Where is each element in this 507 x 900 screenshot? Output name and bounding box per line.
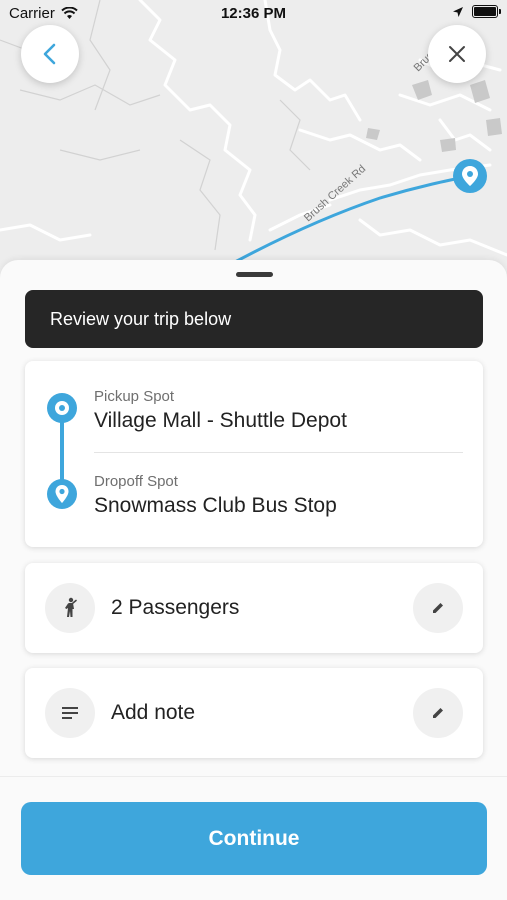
close-icon	[449, 46, 465, 62]
edit-note-button[interactable]	[413, 688, 463, 738]
pickup-value[interactable]: Village Mall - Shuttle Depot	[94, 409, 347, 433]
note-card[interactable]: Add note	[25, 668, 483, 758]
pickup-label: Pickup Spot	[94, 388, 175, 405]
dropoff-label: Dropoff Spot	[94, 473, 178, 490]
add-note-label: Add note	[111, 701, 196, 724]
battery-icon	[472, 5, 501, 18]
status-time: 12:36 PM	[220, 5, 287, 22]
sheet-drag-handle[interactable]	[236, 272, 273, 277]
review-banner: Review your trip below	[25, 290, 483, 348]
continue-button[interactable]: Continue	[21, 802, 487, 875]
passengers-card[interactable]: 2 Passengers	[25, 563, 483, 653]
location-arrow-icon	[453, 6, 463, 17]
pencil-icon	[433, 708, 443, 718]
status-right-icons	[452, 5, 501, 18]
chevron-left-icon	[43, 43, 56, 65]
destination-marker-icon[interactable]	[453, 159, 487, 193]
passengers-count: 2 Passengers	[111, 596, 240, 619]
dropoff-pin-icon	[47, 479, 77, 509]
review-banner-text: Review your trip below	[50, 308, 232, 329]
pickup-pin-icon	[47, 393, 77, 423]
person-icon	[45, 583, 95, 633]
pencil-icon	[433, 603, 443, 613]
edit-passengers-button[interactable]	[413, 583, 463, 633]
dropoff-value[interactable]: Snowmass Club Bus Stop	[94, 494, 337, 518]
trip-card: Pickup Spot Village Mall - Shuttle Depot…	[25, 361, 483, 547]
stop-divider	[94, 452, 463, 453]
route-line	[234, 174, 471, 264]
close-button[interactable]	[428, 25, 486, 83]
back-button[interactable]	[21, 25, 79, 83]
status-bar: Carrier 12:36 PM	[0, 0, 507, 28]
footer-divider	[0, 776, 507, 777]
trip-review-sheet: Review your trip below Pickup Spot Villa…	[0, 260, 507, 900]
notes-icon	[45, 688, 95, 738]
